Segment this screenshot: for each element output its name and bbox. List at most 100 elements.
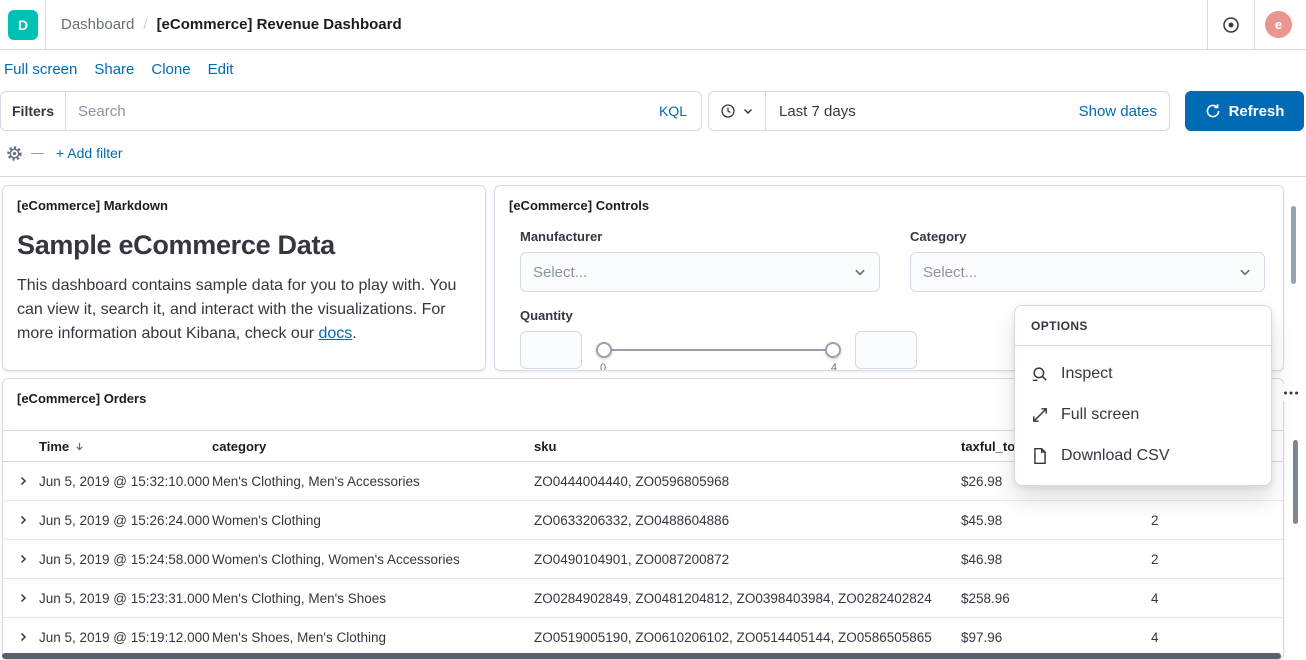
refresh-button[interactable]: Refresh xyxy=(1185,91,1304,131)
category-placeholder: Select... xyxy=(923,264,977,281)
share-link[interactable]: Share xyxy=(94,61,134,78)
markdown-text-before: This dashboard contains sample data for … xyxy=(17,277,456,342)
cell-price: $46.98 xyxy=(961,552,1151,567)
search-input[interactable] xyxy=(66,103,645,120)
cell-time: Jun 5, 2019 @ 15:24:58.000 xyxy=(39,552,212,567)
cloud-icon[interactable] xyxy=(1207,0,1254,49)
time-range-value[interactable]: Last 7 days xyxy=(766,103,856,120)
content-divider xyxy=(0,176,1306,177)
manufacturer-control: Manufacturer Select... xyxy=(520,229,880,292)
filter-bar-divider xyxy=(31,153,44,154)
ellipsis-icon xyxy=(1283,390,1299,396)
cell-time: Jun 5, 2019 @ 15:23:31.000 xyxy=(39,591,212,606)
fullscreen-icon xyxy=(1031,406,1049,424)
clock-icon xyxy=(720,103,736,119)
manufacturer-label: Manufacturer xyxy=(520,229,880,244)
edit-link[interactable]: Edit xyxy=(208,61,234,78)
cell-time: Jun 5, 2019 @ 15:26:24.000 xyxy=(39,513,212,528)
document-icon xyxy=(1031,447,1049,465)
markdown-panel-title: [eCommerce] Markdown xyxy=(17,198,471,213)
quantity-min-input[interactable] xyxy=(520,331,582,369)
category-select[interactable]: Select... xyxy=(910,252,1265,292)
manufacturer-placeholder: Select... xyxy=(533,264,587,281)
table-row: Jun 5, 2019 @ 15:26:24.000 Women's Cloth… xyxy=(3,501,1283,540)
panel-options-button[interactable] xyxy=(1279,384,1303,401)
menu-item-label: Inspect xyxy=(1061,365,1113,383)
table-row: Jun 5, 2019 @ 15:24:58.000 Women's Cloth… xyxy=(3,540,1283,579)
clone-link[interactable]: Clone xyxy=(151,61,190,78)
options-menu-title: OPTIONS xyxy=(1015,306,1271,346)
refresh-label: Refresh xyxy=(1229,103,1285,120)
docs-link[interactable]: docs xyxy=(319,325,353,342)
expand-row-button[interactable] xyxy=(3,592,39,604)
app-logo[interactable]: D xyxy=(8,10,38,40)
full-screen-link[interactable]: Full screen xyxy=(4,61,77,78)
controls-grid: Manufacturer Select... Category Select..… xyxy=(520,229,1269,292)
category-label: Category xyxy=(910,229,1265,244)
expand-row-button[interactable] xyxy=(3,475,39,487)
chevron-down-icon xyxy=(853,265,867,279)
inspect-icon xyxy=(1031,365,1049,383)
cell-quantity: 2 xyxy=(1151,552,1283,567)
time-picker: Last 7 days Show dates xyxy=(708,91,1170,131)
table-row: Jun 5, 2019 @ 15:23:31.000 Men's Clothin… xyxy=(3,579,1283,618)
header-actions: e xyxy=(1207,0,1306,49)
cell-quantity: 4 xyxy=(1151,591,1283,606)
kql-toggle[interactable]: KQL xyxy=(645,103,701,119)
menu-item-download-csv[interactable]: Download CSV xyxy=(1015,435,1271,476)
cell-quantity: 2 xyxy=(1151,513,1283,528)
controls-vertical-scrollbar[interactable] xyxy=(1291,206,1296,284)
cell-sku: ZO0444004440, ZO0596805968 xyxy=(534,474,961,489)
menu-item-inspect[interactable]: Inspect xyxy=(1015,353,1271,394)
orders-vertical-scrollbar[interactable] xyxy=(1293,440,1298,524)
menu-item-label: Full screen xyxy=(1061,406,1139,424)
query-bar: Filters KQL Last 7 days Show dates Refre… xyxy=(0,91,1306,131)
filter-bar: + Add filter xyxy=(0,138,123,168)
filters-button[interactable]: Filters xyxy=(1,92,66,130)
breadcrumb-separator: / xyxy=(143,16,147,33)
cell-sku: ZO0519005190, ZO0610206102, ZO0514405144… xyxy=(534,630,961,645)
header-divider xyxy=(45,0,46,49)
chevron-right-icon xyxy=(17,631,29,643)
markdown-heading: Sample eCommerce Data xyxy=(17,230,471,261)
expand-row-button[interactable] xyxy=(3,553,39,565)
cell-category: Men's Clothing, Men's Accessories xyxy=(212,474,534,489)
time-header-label: Time xyxy=(39,439,69,454)
page-title: [eCommerce] Revenue Dashboard xyxy=(157,16,402,33)
column-header-category[interactable]: category xyxy=(212,439,534,454)
options-menu-items: Inspect Full screen Download CSV xyxy=(1015,346,1271,485)
slider-max-value: 4 xyxy=(831,362,837,371)
chevron-down-icon xyxy=(742,105,754,117)
cell-category: Women's Clothing xyxy=(212,513,534,528)
refresh-icon xyxy=(1205,103,1221,119)
chevron-right-icon xyxy=(17,592,29,604)
column-header-sku[interactable]: sku xyxy=(534,439,961,454)
table-row: Jun 5, 2019 @ 15:19:12.000 Men's Shoes, … xyxy=(3,618,1283,657)
add-filter-link[interactable]: + Add filter xyxy=(56,145,123,161)
cell-sku: ZO0490104901, ZO0087200872 xyxy=(534,552,961,567)
expand-row-button[interactable] xyxy=(3,514,39,526)
gear-icon[interactable] xyxy=(6,145,23,162)
slider-max-handle[interactable] xyxy=(825,342,841,358)
column-header-time[interactable]: Time xyxy=(39,439,212,454)
expand-row-button[interactable] xyxy=(3,631,39,643)
controls-panel-title: [eCommerce] Controls xyxy=(509,198,1269,213)
orders-horizontal-scrollbar[interactable] xyxy=(2,653,1281,659)
markdown-panel: [eCommerce] Markdown Sample eCommerce Da… xyxy=(2,185,486,371)
cell-price: $97.96 xyxy=(961,630,1151,645)
quantity-max-input[interactable] xyxy=(855,331,917,369)
chevron-right-icon xyxy=(17,514,29,526)
cell-time: Jun 5, 2019 @ 15:19:12.000 xyxy=(39,630,212,645)
slider-min-value: 0 xyxy=(600,362,606,371)
show-dates-link[interactable]: Show dates xyxy=(1079,103,1169,120)
slider-min-handle[interactable] xyxy=(596,342,612,358)
manufacturer-select[interactable]: Select... xyxy=(520,252,880,292)
chevron-down-icon xyxy=(1238,265,1252,279)
time-picker-quick-button[interactable] xyxy=(709,92,766,130)
cell-price: $258.96 xyxy=(961,591,1151,606)
breadcrumb-dashboard[interactable]: Dashboard xyxy=(61,16,134,33)
cell-quantity: 4 xyxy=(1151,630,1283,645)
user-menu: e xyxy=(1254,0,1306,49)
user-avatar[interactable]: e xyxy=(1265,11,1292,38)
menu-item-full-screen[interactable]: Full screen xyxy=(1015,394,1271,435)
